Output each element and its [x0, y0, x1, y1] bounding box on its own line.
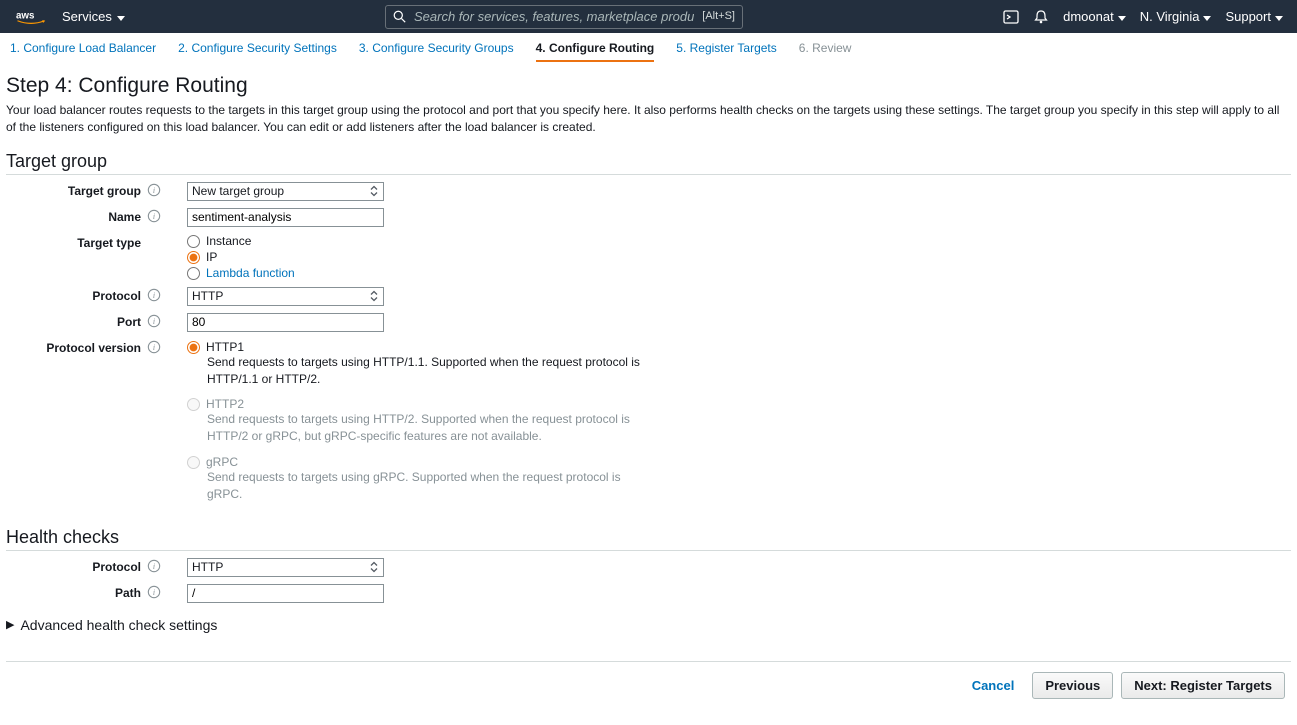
caret-down-icon [1203, 9, 1211, 24]
info-icon-placeholder [145, 234, 163, 235]
section-target-group: Target group [6, 151, 1291, 175]
grpc-description: Send requests to targets using gRPC. Sup… [207, 469, 647, 503]
svg-text:i: i [153, 562, 155, 571]
radio-http2-label: HTTP2 [206, 397, 244, 411]
search-shortcut: [Alt+S] [702, 10, 735, 22]
select-caret-icon [369, 290, 379, 305]
info-icon[interactable]: i [145, 287, 163, 302]
radio-instance[interactable] [187, 235, 200, 248]
search-input[interactable] [385, 5, 743, 29]
region-menu[interactable]: N. Virginia [1140, 9, 1212, 24]
radio-grpc [187, 456, 200, 469]
hc-protocol-select[interactable]: HTTP [187, 558, 384, 577]
caret-down-icon [117, 9, 125, 24]
wizard-tabs: 1. Configure Load Balancer 2. Configure … [0, 33, 1297, 62]
cloudshell-icon[interactable] [1003, 9, 1019, 25]
label-port: Port [6, 313, 141, 329]
label-hc-protocol: Protocol [6, 558, 141, 574]
radio-ip[interactable] [187, 251, 200, 264]
select-caret-icon [369, 561, 379, 576]
search-icon [393, 10, 406, 23]
username: dmoonat [1063, 9, 1114, 24]
name-input[interactable] [187, 208, 384, 227]
info-icon[interactable]: i [145, 208, 163, 223]
http2-description: Send requests to targets using HTTP/2. S… [207, 411, 647, 445]
previous-button[interactable]: Previous [1032, 672, 1113, 699]
tab-configure-security-settings[interactable]: 2. Configure Security Settings [178, 41, 337, 62]
step-title: Step 4: Configure Routing [6, 74, 1291, 98]
svg-text:i: i [153, 291, 155, 300]
cancel-button[interactable]: Cancel [962, 673, 1025, 698]
info-icon[interactable]: i [145, 339, 163, 354]
svg-text:i: i [153, 186, 155, 195]
advanced-label: Advanced health check settings [20, 617, 217, 633]
protocol-select[interactable]: HTTP [187, 287, 384, 306]
protocol-select-value: HTTP [192, 289, 223, 303]
notifications-icon[interactable] [1033, 9, 1049, 25]
radio-instance-label[interactable]: Instance [206, 234, 251, 248]
info-icon[interactable]: i [145, 584, 163, 599]
tab-register-targets[interactable]: 5. Register Targets [676, 41, 777, 62]
account-menu[interactable]: dmoonat [1063, 9, 1126, 24]
info-icon[interactable]: i [145, 558, 163, 573]
tab-review: 6. Review [799, 41, 852, 62]
section-health-checks: Health checks [6, 527, 1291, 551]
target-group-select[interactable]: New target group [187, 182, 384, 201]
svg-text:i: i [153, 212, 155, 221]
radio-lambda[interactable] [187, 267, 200, 280]
services-label: Services [62, 9, 112, 24]
path-input[interactable] [187, 584, 384, 603]
step-description: Your load balancer routes requests to th… [6, 102, 1291, 137]
hc-protocol-value: HTTP [192, 560, 223, 574]
aws-logo[interactable]: aws [14, 8, 48, 26]
tab-configure-load-balancer[interactable]: 1. Configure Load Balancer [10, 41, 156, 62]
top-nav: aws Services [Alt+S] dmoonat N. Virginia… [0, 0, 1297, 33]
info-icon[interactable]: i [145, 313, 163, 328]
radio-lambda-label[interactable]: Lambda function [206, 266, 295, 280]
search-box: [Alt+S] [385, 5, 743, 29]
svg-text:i: i [153, 343, 155, 352]
radio-http1-label[interactable]: HTTP1 [206, 340, 244, 354]
svg-text:i: i [153, 588, 155, 597]
radio-grpc-label: gRPC [206, 455, 238, 469]
target-group-select-value: New target group [192, 184, 284, 198]
support-menu[interactable]: Support [1225, 9, 1283, 24]
label-target-type: Target type [6, 234, 141, 250]
port-input[interactable] [187, 313, 384, 332]
label-target-group: Target group [6, 182, 141, 198]
select-caret-icon [369, 185, 379, 200]
info-icon[interactable]: i [145, 182, 163, 197]
tab-configure-security-groups[interactable]: 3. Configure Security Groups [359, 41, 514, 62]
radio-http1[interactable] [187, 341, 200, 354]
services-menu[interactable]: Services [62, 9, 125, 24]
tab-configure-routing[interactable]: 4. Configure Routing [536, 41, 655, 62]
support-label: Support [1225, 9, 1271, 24]
svg-text:i: i [153, 317, 155, 326]
footer-actions: Cancel Previous Next: Register Targets [6, 661, 1291, 709]
content: Step 4: Configure Routing Your load bala… [0, 62, 1297, 725]
advanced-health-check-toggle[interactable]: ▶ Advanced health check settings [6, 617, 1291, 633]
label-protocol: Protocol [6, 287, 141, 303]
caret-down-icon [1118, 9, 1126, 24]
label-name: Name [6, 208, 141, 224]
http1-description: Send requests to targets using HTTP/1.1.… [207, 354, 647, 388]
radio-http2 [187, 398, 200, 411]
svg-text:aws: aws [16, 10, 35, 21]
triangle-right-icon: ▶ [6, 618, 14, 631]
next-button[interactable]: Next: Register Targets [1121, 672, 1285, 699]
caret-down-icon [1275, 9, 1283, 24]
region-label: N. Virginia [1140, 9, 1200, 24]
label-protocol-version: Protocol version [6, 339, 141, 355]
radio-ip-label[interactable]: IP [206, 250, 217, 264]
